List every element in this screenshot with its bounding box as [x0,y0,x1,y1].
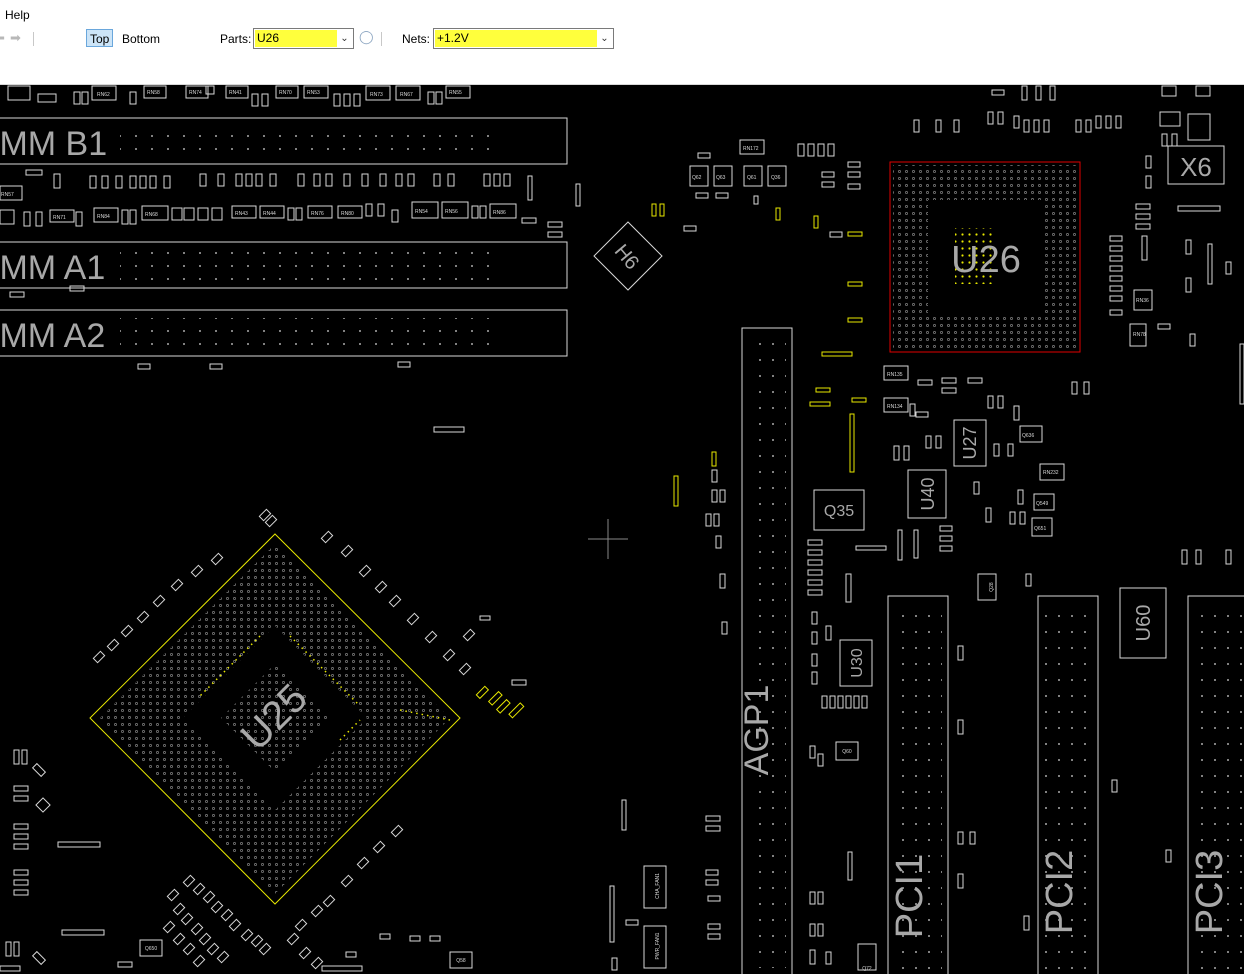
svg-text:AGP1: AGP1 [738,685,776,776]
bottom-side-button[interactable]: Bottom [118,29,164,47]
cha-fan-label: CHA_FAN1 [655,873,661,899]
parts-label: Parts: [220,32,252,46]
svg-text:RN53: RN53 [307,90,320,96]
svg-text:RN57: RN57 [1,192,14,198]
svg-text:RN58: RN58 [147,90,160,96]
svg-text:RN43: RN43 [235,211,248,217]
chip-u26-selected[interactable]: U26 [889,161,1081,353]
toolbar-separator [381,32,382,46]
svg-text:Q636: Q636 [1022,433,1034,439]
back-arrow-icon[interactable]: ➡ [0,31,5,46]
svg-text:Q36: Q36 [771,175,781,181]
svg-text:RN67: RN67 [400,92,413,98]
svg-text:RN68: RN68 [145,212,158,218]
toolbar-separator [33,32,34,46]
svg-text:Q651: Q651 [1034,526,1046,532]
toolbar: ➡ ➡ Top Bottom Parts: U26 ⌄ ◯ Nets: +1.2… [0,26,1244,85]
chevron-down-icon[interactable]: ⌄ [336,29,353,48]
svg-text:RN71: RN71 [53,215,66,221]
svg-text:RN232: RN232 [1043,470,1059,476]
nets-combobox[interactable]: +1.2V ⌄ [433,28,614,49]
svg-text:RN41: RN41 [229,90,242,96]
chip-u60: U60 [1133,605,1155,642]
chip-u27: U27 [960,426,980,459]
svg-text:RN74: RN74 [189,90,202,96]
parts-value[interactable]: U26 [255,30,337,47]
svg-text:Q549: Q549 [1036,501,1048,507]
svg-text:RN86: RN86 [493,210,506,216]
mid-right-parts: U27 U40 Q28 [855,365,1232,601]
agp-pci-parts: U30 Q60 Q72 [807,539,877,972]
menu-help[interactable]: Help [5,8,30,22]
agp-slot: AGP1 [738,327,793,974]
chip-h6: H6 [593,221,663,291]
svg-text:RN44: RN44 [263,211,276,217]
svg-text:Q61: Q61 [747,175,757,181]
svg-text:RN135: RN135 [887,372,903,378]
svg-text:RN70: RN70 [279,90,292,96]
svg-text:RN78: RN78 [1133,332,1146,338]
svg-text:RN76: RN76 [311,211,324,217]
crosshair-cursor [588,519,628,559]
pci-slot-3: PCI3 [1187,595,1244,974]
dimm-slot-a1: IMM A1 [0,241,568,289]
svg-text:RN56: RN56 [445,209,458,215]
svg-text:RN134: RN134 [887,404,903,410]
chip-q60: Q60 [842,749,852,755]
parts-combobox[interactable]: U26 ⌄ [253,28,354,49]
chip-q35: Q35 [813,489,865,531]
chevron-down-icon[interactable]: ⌄ [596,29,613,48]
svg-text:Q63: Q63 [716,175,726,181]
pci-slot-2: PCI2 [1037,595,1099,974]
dimm-slot-b1: IMM B1 [0,117,568,165]
pci-slot-1: PCI1 [887,595,949,974]
svg-text:RN84: RN84 [97,214,110,220]
chip-q72: Q72 [862,966,872,972]
chip-q58: Q58 [456,958,466,964]
svg-text:RN172: RN172 [743,146,759,152]
svg-text:RN55: RN55 [449,90,462,96]
chip-u30: U30 [849,648,866,677]
svg-text:RN54: RN54 [415,209,428,215]
nets-label: Nets: [402,32,431,46]
nets-value[interactable]: +1.2V [435,30,597,47]
svg-text:PCI3: PCI3 [1189,850,1231,934]
pwr-fan-label: PWR_FAN1 [655,932,661,959]
svg-text:RN73: RN73 [370,92,383,98]
top-side-button[interactable]: Top [86,29,114,47]
svg-text:RN62: RN62 [97,92,110,98]
chip-q28: Q28 [989,582,995,592]
svg-text:Q35: Q35 [824,503,854,520]
svg-text:RN80: RN80 [341,211,354,217]
svg-text:U26: U26 [951,239,1021,281]
dimm-slot-a2: IMM A2 [0,309,568,357]
dimm-a2-label: IMM A2 [0,317,105,355]
svg-text:PCI2: PCI2 [1039,850,1081,934]
chip-x6: X6 [1180,152,1212,182]
dimm-b1-label: IMM B1 [0,125,107,163]
svg-text:PCI1: PCI1 [889,854,931,938]
forward-arrow-icon[interactable]: ➡ [10,31,21,46]
chip-u40: U40 [918,477,938,510]
chip-u25: U25 [89,533,461,905]
svg-text:Q62: Q62 [692,175,702,181]
menu-bar: Help [0,0,1244,27]
pcb-board-view[interactable]: IMM B1 IMM A1 IMM A2 H6 U26 X6 U27 U40 Q… [0,85,1244,974]
svg-text:H6: H6 [610,240,643,274]
agp-side-parts: CHA_FAN1 PWR_FAN1 [609,469,728,971]
dimm-a1-label: IMM A1 [0,249,105,287]
chip-q650: Q650 [145,946,157,952]
svg-text:RN36: RN36 [1136,298,1149,304]
lightbulb-icon[interactable]: ◯ [359,30,374,45]
